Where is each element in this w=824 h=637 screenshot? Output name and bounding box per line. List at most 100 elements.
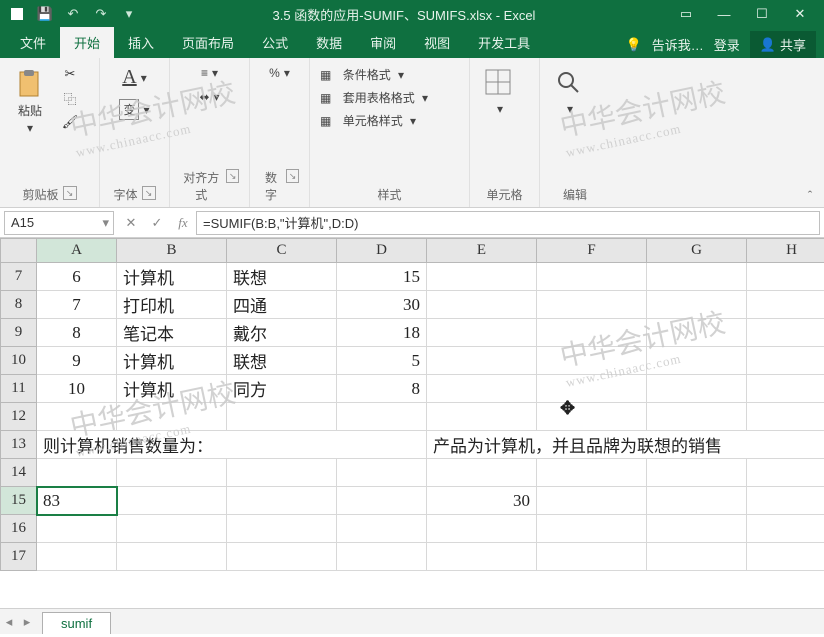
- paste-button[interactable]: 粘贴 ▾: [10, 64, 50, 139]
- sign-in[interactable]: 登录: [714, 35, 740, 54]
- cell[interactable]: [747, 291, 824, 319]
- cell[interactable]: 30: [427, 487, 537, 515]
- row-header[interactable]: 13: [1, 431, 37, 459]
- cell[interactable]: [747, 515, 824, 543]
- chevron-down-icon[interactable]: ▾: [284, 66, 290, 80]
- merge-icon[interactable]: ⬌: [199, 90, 209, 104]
- font-color-icon[interactable]: A: [122, 66, 136, 89]
- tab-home[interactable]: 开始: [60, 27, 114, 58]
- tab-insert[interactable]: 插入: [114, 27, 168, 58]
- cell[interactable]: [647, 291, 747, 319]
- collapse-ribbon-icon[interactable]: ˆ: [802, 187, 818, 203]
- cell[interactable]: 83: [37, 487, 117, 515]
- cell[interactable]: 联想: [227, 347, 337, 375]
- cell[interactable]: [537, 403, 647, 431]
- save-icon[interactable]: 💾: [34, 3, 56, 25]
- cell[interactable]: [427, 291, 537, 319]
- cell[interactable]: [227, 403, 337, 431]
- tell-me[interactable]: 告诉我…: [652, 35, 704, 54]
- cell[interactable]: [117, 543, 227, 571]
- cell[interactable]: 计算机: [117, 263, 227, 291]
- cell[interactable]: [537, 347, 647, 375]
- align-launcher-icon[interactable]: ↘: [226, 169, 239, 183]
- cell[interactable]: [747, 543, 824, 571]
- cell[interactable]: [337, 459, 427, 487]
- tab-page-layout[interactable]: 页面布局: [168, 27, 248, 58]
- cell-styles-button[interactable]: ▦ 单元格样式 ▾: [320, 110, 416, 131]
- cell[interactable]: 5: [337, 347, 427, 375]
- cell[interactable]: [537, 291, 647, 319]
- redo-icon[interactable]: ↷: [90, 3, 112, 25]
- cell[interactable]: [747, 375, 824, 403]
- tab-formulas[interactable]: 公式: [248, 27, 302, 58]
- cell[interactable]: 30: [337, 291, 427, 319]
- ribbon-options-icon[interactable]: ▭: [668, 3, 704, 25]
- cell[interactable]: [427, 347, 537, 375]
- undo-icon[interactable]: ↶: [62, 3, 84, 25]
- share-button[interactable]: 👤 共享: [750, 31, 816, 58]
- cell[interactable]: [227, 487, 337, 515]
- cell[interactable]: 8: [337, 375, 427, 403]
- cell[interactable]: [537, 515, 647, 543]
- cell[interactable]: 联想: [227, 263, 337, 291]
- sheet-nav-prev-icon[interactable]: ◂: [0, 614, 18, 630]
- col-header[interactable]: C: [227, 239, 337, 263]
- cell[interactable]: [37, 515, 117, 543]
- col-header[interactable]: F: [537, 239, 647, 263]
- cut-icon[interactable]: ✂: [58, 64, 82, 84]
- row-header[interactable]: 10: [1, 347, 37, 375]
- cell[interactable]: [337, 487, 427, 515]
- cell[interactable]: [747, 319, 824, 347]
- col-header[interactable]: E: [427, 239, 537, 263]
- cell[interactable]: 6: [37, 263, 117, 291]
- maximize-icon[interactable]: ☐: [744, 3, 780, 25]
- row-header[interactable]: 12: [1, 403, 37, 431]
- cells-button[interactable]: ▾: [480, 64, 520, 120]
- app-icon[interactable]: [6, 3, 28, 25]
- chevron-down-icon[interactable]: ▾: [214, 90, 220, 104]
- format-painter-icon[interactable]: 🖌: [58, 112, 82, 132]
- cell[interactable]: 则计算机销售数量为：: [37, 431, 427, 459]
- col-header[interactable]: G: [647, 239, 747, 263]
- find-button[interactable]: ▾: [550, 64, 590, 120]
- cell[interactable]: [427, 403, 537, 431]
- cell[interactable]: [647, 347, 747, 375]
- cell[interactable]: [747, 487, 824, 515]
- tab-developer[interactable]: 开发工具: [464, 27, 544, 58]
- cell[interactable]: 戴尔: [227, 319, 337, 347]
- cell[interactable]: [117, 459, 227, 487]
- row-header[interactable]: 17: [1, 543, 37, 571]
- cell[interactable]: 计算机: [117, 375, 227, 403]
- cell[interactable]: 笔记本: [117, 319, 227, 347]
- cell[interactable]: [117, 487, 227, 515]
- cell[interactable]: [427, 319, 537, 347]
- cell[interactable]: 同方: [227, 375, 337, 403]
- close-icon[interactable]: ✕: [782, 3, 818, 25]
- fx-icon[interactable]: fx: [170, 211, 196, 235]
- cell[interactable]: 10: [37, 375, 117, 403]
- col-header[interactable]: B: [117, 239, 227, 263]
- cell[interactable]: [337, 515, 427, 543]
- tab-data[interactable]: 数据: [302, 27, 356, 58]
- cell[interactable]: [537, 319, 647, 347]
- cell[interactable]: [537, 263, 647, 291]
- clipboard-launcher-icon[interactable]: ↘: [63, 186, 77, 200]
- cell[interactable]: [537, 487, 647, 515]
- cancel-formula-icon[interactable]: ✕: [118, 211, 144, 235]
- percent-icon[interactable]: %: [269, 66, 280, 80]
- cell[interactable]: [427, 459, 537, 487]
- enter-formula-icon[interactable]: ✓: [144, 211, 170, 235]
- cell[interactable]: [227, 543, 337, 571]
- cell[interactable]: 计算机: [117, 347, 227, 375]
- cell[interactable]: 7: [37, 291, 117, 319]
- minimize-icon[interactable]: —: [706, 3, 742, 25]
- cell[interactable]: [427, 375, 537, 403]
- chevron-down-icon[interactable]: ▾: [143, 103, 149, 117]
- tab-view[interactable]: 视图: [410, 27, 464, 58]
- col-header[interactable]: H: [747, 239, 824, 263]
- cell[interactable]: [227, 515, 337, 543]
- cell[interactable]: [37, 543, 117, 571]
- cell[interactable]: [747, 403, 824, 431]
- number-launcher-icon[interactable]: ↘: [286, 169, 299, 183]
- name-box[interactable]: A15 ▾: [4, 211, 114, 235]
